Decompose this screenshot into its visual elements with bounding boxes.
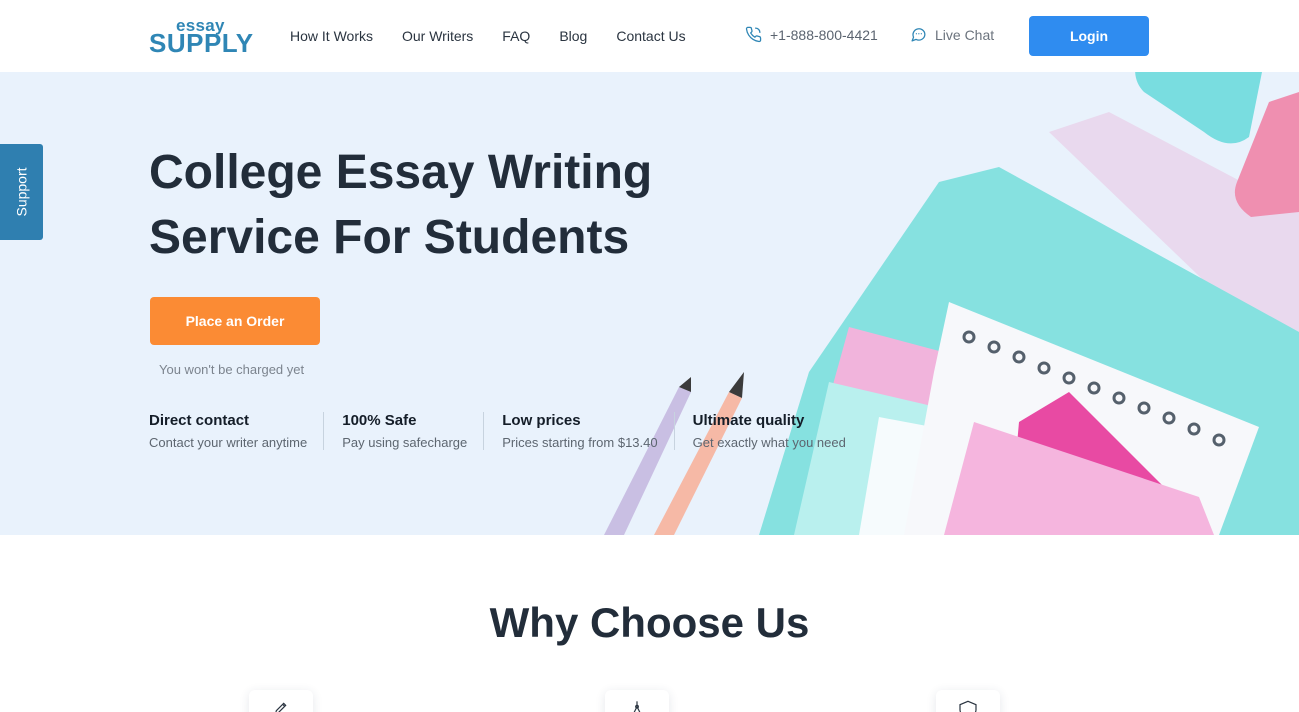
place-order-button[interactable]: Place an Order <box>150 297 320 345</box>
live-chat-link[interactable]: Live Chat <box>910 26 994 43</box>
nav-our-writers[interactable]: Our Writers <box>402 26 473 46</box>
feature-desc: Get exactly what you need <box>692 435 846 450</box>
live-chat-label: Live Chat <box>935 26 995 43</box>
support-tab[interactable]: Support <box>0 144 43 240</box>
feature-title: Direct contact <box>149 412 250 429</box>
feature-desc: Contact your writer anytime <box>149 435 308 450</box>
essay-supply-logo[interactable]: essay SUPPLY <box>149 14 259 58</box>
nav-how-it-works[interactable]: How It Works <box>290 26 373 46</box>
pen-icon <box>249 690 313 712</box>
support-tab-label: Support <box>13 167 30 217</box>
logo-big-text: SUPPLY <box>149 28 254 58</box>
feature-list: Direct contact Contact your writer anyti… <box>149 412 880 450</box>
phone-number: +1-888-800-4421 <box>770 26 878 43</box>
feature-safe: 100% Safe Pay using safecharge <box>342 412 485 450</box>
main-nav: How It Works Our Writers FAQ Blog Contac… <box>290 26 715 46</box>
feature-low-prices: Low prices Prices starting from $13.40 <box>502 412 675 450</box>
hero-title: College Essay Writing Service For Studen… <box>149 140 669 270</box>
feature-title: Low prices <box>502 412 581 429</box>
nav-contact-us[interactable]: Contact Us <box>616 26 685 46</box>
login-button[interactable]: Login <box>1029 16 1149 56</box>
feature-title: Ultimate quality <box>692 412 805 429</box>
why-choose-us-title: Why Choose Us <box>489 599 810 646</box>
nav-blog[interactable]: Blog <box>559 26 587 46</box>
hero-title-line2: Service For Students <box>149 211 630 264</box>
shield-icon <box>936 690 1000 712</box>
site-header: essay SUPPLY How It Works Our Writers FA… <box>0 0 1299 72</box>
feature-quality: Ultimate quality Get exactly what you ne… <box>693 412 862 450</box>
feature-direct-contact: Direct contact Contact your writer anyti… <box>149 412 325 450</box>
why-choose-us-section: Why Choose Us <box>0 535 1299 712</box>
hero-section: College Essay Writing Service For Studen… <box>0 72 1299 535</box>
compass-icon <box>605 690 669 712</box>
nav-faq[interactable]: FAQ <box>502 26 530 46</box>
hero-stationery-illustration <box>604 72 1299 535</box>
charge-note: You won't be charged yet <box>159 362 305 377</box>
hero-title-line1: College Essay Writing <box>149 146 653 199</box>
feature-desc: Prices starting from $13.40 <box>502 435 658 450</box>
feature-title: 100% Safe <box>342 412 417 429</box>
phone-link[interactable]: +1-888-800-4421 <box>745 26 878 43</box>
phone-icon <box>745 26 762 43</box>
feature-desc: Pay using safecharge <box>342 435 468 450</box>
chat-bubble-icon <box>911 28 926 42</box>
